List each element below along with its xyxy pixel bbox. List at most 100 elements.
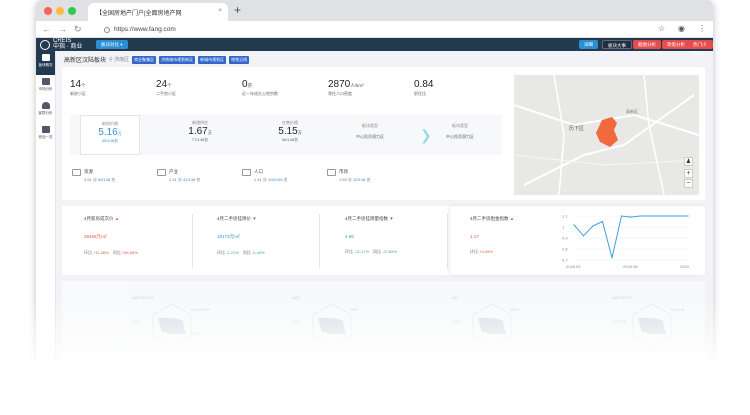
kpi-value: 29465元/㎡	[84, 234, 107, 239]
creis-logo[interactable]: CREIS 中指 · 商业	[40, 38, 83, 50]
tag-badge[interactable]: 地铁沿线	[229, 55, 250, 64]
subcard-value: 5.15	[278, 126, 298, 137]
indicator-title: 资源	[84, 169, 93, 174]
kpi-yoy-value: -27.65%	[382, 249, 398, 254]
kpi-rent-index: 4月二手房租金指数 ▲ 1.17 环比 +4.09%	[470, 216, 570, 255]
subcard-new-supply[interactable]: 新增供应 1.67万 77/148名	[170, 120, 230, 143]
map-canvas: 历下区 高新区	[514, 75, 699, 195]
detail-button[interactable]: 详细	[579, 40, 598, 49]
person-icon[interactable]: ♟	[684, 157, 693, 166]
rent-index-line-chart[interactable]: 1.1 1 0.9 0.8 0.72018.03 2018.08 2019.01	[560, 212, 690, 270]
chart-icon	[41, 78, 50, 85]
plate-compare-dropdown[interactable]: 板块对比 ▾	[96, 40, 128, 49]
indicator-title: 市场	[339, 169, 348, 174]
indicator-population: 人口 1.41 分 105/148 名	[242, 169, 288, 183]
screenshot-button[interactable]: 截图分析	[633, 40, 661, 49]
data-point[interactable]	[573, 224, 575, 226]
data-point[interactable]	[687, 215, 689, 217]
bottom-fade	[0, 300, 750, 415]
bookmark-star-icon[interactable]: ☆	[658, 24, 665, 33]
back-arrow-icon[interactable]: ←	[42, 24, 51, 34]
kpi-title: 4月二手房挂牌量指数	[345, 216, 389, 221]
trend-down-icon: ▼	[252, 216, 257, 221]
subcard-title: 板块类型	[362, 123, 378, 128]
indicator-score: 3.61 分	[84, 177, 97, 182]
book-icon	[72, 169, 81, 176]
x-tick-label: 2019.01	[680, 264, 690, 269]
data-point[interactable]	[639, 215, 642, 217]
rent-index-panel[interactable]: 4月二手房租金指数 ▲ 1.17 环比 +4.09% 1.1 1 0.9 0.8 0.7…	[450, 206, 705, 275]
data-point[interactable]	[582, 235, 585, 237]
sidebar-item-label: 市场分析	[38, 87, 53, 91]
account-icon[interactable]: ◉	[678, 24, 685, 33]
sidebar-item-overview[interactable]: 板块概况	[36, 51, 55, 75]
data-point[interactable]	[677, 215, 680, 217]
subcard-unit: 万	[297, 130, 302, 135]
stat-unit: 宗	[247, 83, 253, 88]
map-label-lixia: 历下区	[569, 126, 584, 132]
grid-icon	[41, 54, 50, 61]
tag-badge[interactable]: 济南城市规划新区	[159, 55, 196, 64]
forward-arrow-icon[interactable]: →	[58, 24, 67, 34]
stat-label: 近一年成交土地宗数	[242, 91, 278, 96]
logo-line2: 中指 · 商业	[53, 43, 83, 50]
info-icon[interactable]	[104, 26, 110, 33]
data-point[interactable]	[649, 215, 651, 217]
stat-new-communities: 14个 新房小区	[70, 79, 86, 97]
map-label-gaoxin: 高新区	[626, 108, 638, 114]
hot-community-dropdown[interactable]: 热门小区 ▾	[688, 40, 713, 56]
y-tick-label: 0.9	[562, 236, 568, 241]
app-header: CREIS 中指 · 商业 板块对比 ▾ 详细 板块大事 截图分析 政策分析 热门…	[36, 38, 713, 56]
sidebar-item-customer[interactable]: 客群分析	[36, 99, 55, 123]
data-point[interactable]	[630, 216, 632, 218]
data-point[interactable]	[620, 215, 623, 217]
data-point[interactable]	[668, 215, 670, 217]
stat-value: 0.84	[414, 79, 434, 90]
indicator-title: 人口	[254, 169, 263, 174]
plate-map[interactable]: 历下区 高新区 ♟ + −	[514, 75, 699, 195]
data-point[interactable]	[611, 257, 613, 259]
tag-badge[interactable]: 新城市规划区	[198, 55, 227, 64]
subcard-new-price[interactable]: 新房价格 5.16万 45/148名	[80, 115, 140, 155]
zoom-in-button[interactable]: +	[684, 169, 693, 178]
trend-down-icon: ▼	[389, 216, 394, 221]
overview-card: 14个 新房小区 24个 二手房小区 0宗 近一年成交土地宗数 2870人/km…	[62, 67, 705, 200]
stat-land-deals: 0宗 近一年成交土地宗数	[242, 79, 278, 97]
subcard-sale-price[interactable]: 在售价格 5.15万 56/148名	[260, 120, 320, 143]
road-line	[514, 154, 699, 166]
maximize-window-button[interactable]	[68, 7, 76, 15]
close-window-button[interactable]	[44, 7, 52, 15]
sidebar-item-market[interactable]: 市场分析	[36, 75, 55, 99]
indicator-rank-unit: 名	[196, 177, 201, 182]
breadcrumb: 高新区汉陆板块 ⚲ 济南区 商业聚集区 济南城市规划新区 新城市规划区 地铁沿线	[64, 55, 250, 64]
indicator-score: 1.83 分	[339, 177, 352, 182]
new-tab-button[interactable]: +	[234, 3, 241, 17]
policy-button[interactable]: 政策分析	[662, 40, 690, 49]
reload-icon[interactable]: ↻	[74, 24, 82, 35]
data-point[interactable]	[601, 220, 604, 223]
data-point[interactable]	[658, 215, 661, 217]
stat-label: 常住人口密度	[328, 91, 352, 96]
kpi-title: 4月二手房挂牌价	[217, 216, 252, 221]
indicator-market: 市场 1.83 分 15/148 名	[327, 169, 370, 183]
location-label: ⚲ 济南区	[109, 57, 130, 63]
kpi-title: 4月二手房租金指数	[470, 216, 509, 221]
stat-value: 14	[70, 79, 82, 90]
menu-icon[interactable]: ⋮	[698, 24, 706, 33]
stat-resale-communities: 24个 二手房小区	[156, 79, 176, 97]
indicator-score: 2.41 分	[169, 177, 182, 182]
browser-tab[interactable]: 【全国房地产门户|全面房地产网 ×	[88, 3, 228, 21]
data-point[interactable]	[592, 225, 594, 227]
tag-badge[interactable]: 商业聚集区	[132, 55, 157, 64]
zoom-out-button[interactable]: −	[684, 179, 693, 188]
indicator-title: 产业	[169, 169, 178, 174]
close-tab-icon[interactable]: ×	[218, 8, 222, 14]
plate-events-button[interactable]: 板块大事	[602, 40, 632, 49]
url-bar[interactable]: https://www.fang.com	[104, 24, 664, 35]
x-tick-label: 2018.08	[623, 264, 638, 269]
kpi-mom-label: 环比	[84, 250, 92, 255]
kpi-yoy-label: 同比	[112, 250, 121, 255]
y-tick-label: 1.1	[562, 214, 568, 219]
sidebar-item-competitors[interactable]: 竞品一览	[36, 123, 55, 147]
minimize-window-button[interactable]	[56, 7, 64, 15]
